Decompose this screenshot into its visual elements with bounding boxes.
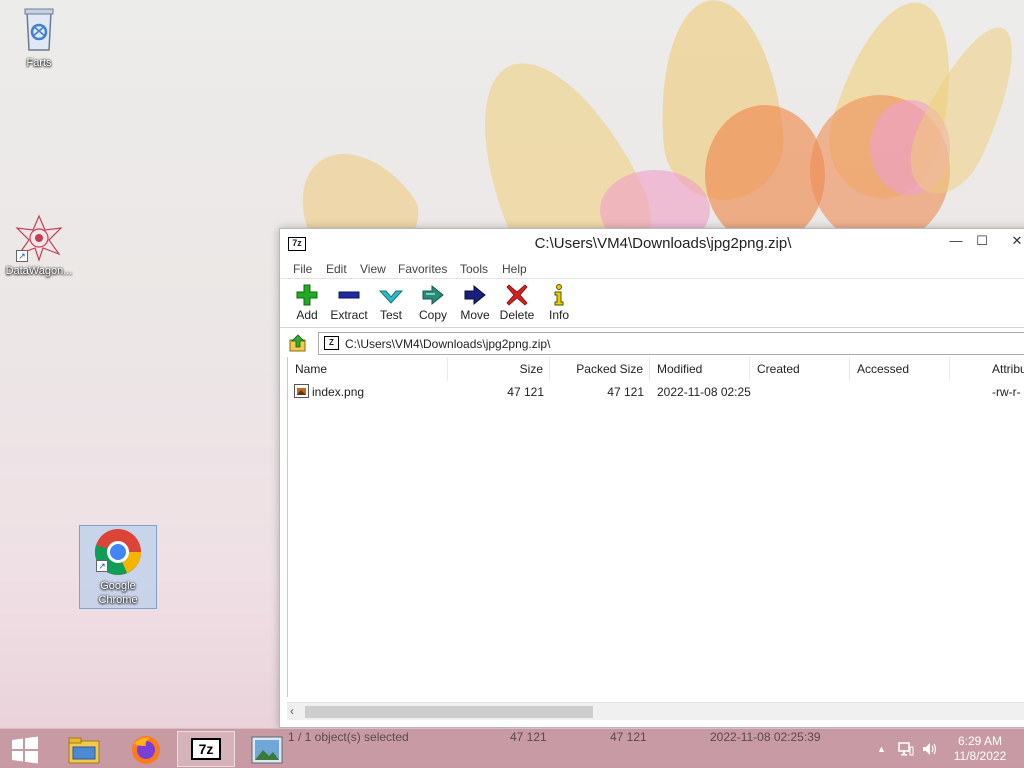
menu-view[interactable]: View xyxy=(360,262,386,276)
taskbar-7zip[interactable]: 7z xyxy=(177,731,235,767)
scroll-left-icon[interactable]: ‹ xyxy=(290,704,294,718)
cell-size: 47 121 xyxy=(507,385,544,399)
taskbar-firefox[interactable] xyxy=(117,731,175,767)
column-header-accessed[interactable]: Accessed xyxy=(850,357,950,381)
recycle-bin-icon xyxy=(24,8,54,51)
add-button[interactable]: Add xyxy=(283,283,331,322)
taskbar: 7z 1 / 1 object(s) selected 47 121 47 12… xyxy=(0,728,1024,768)
toolbar: Add Extract Test Copy Move Delete Info xyxy=(280,280,1024,328)
system-clock[interactable]: 6:29 AM 11/8/2022 xyxy=(945,734,1015,764)
copy-label: Copy xyxy=(418,308,447,322)
menu-bar: File Edit View Favorites Tools Help xyxy=(280,259,1024,279)
delete-label: Delete xyxy=(499,308,535,322)
minus-icon xyxy=(338,291,360,299)
extract-label: Extract xyxy=(330,308,368,322)
column-header-modified[interactable]: Modified xyxy=(650,357,750,381)
horizontal-scrollbar[interactable]: ‹ xyxy=(287,702,1024,720)
up-folder-icon[interactable] xyxy=(289,334,307,352)
archive-icon: Z xyxy=(324,336,339,350)
clock-time: 6:29 AM xyxy=(957,734,1003,748)
path-input[interactable]: Z C:\Users\VM4\Downloads\jpg2png.zip\ xyxy=(318,332,1024,355)
menu-tools[interactable]: Tools xyxy=(460,262,488,276)
test-label: Test xyxy=(379,308,402,322)
window-titlebar[interactable]: 7z C:\Users\VM4\Downloads\jpg2png.zip\ —… xyxy=(280,229,1024,259)
delete-button[interactable]: Delete xyxy=(493,283,541,322)
show-hidden-icons-icon[interactable]: ▲ xyxy=(877,744,886,754)
plus-icon xyxy=(296,284,318,306)
desktop-icon-google-chrome[interactable]: ↗ Google Chrome xyxy=(79,525,157,609)
status-packed: 47 121 xyxy=(610,730,647,744)
path-text: C:\Users\VM4\Downloads\jpg2png.zip\ xyxy=(345,337,551,351)
table-row[interactable]: index.png 47 121 47 121 2022-11-08 02:25… xyxy=(288,382,1024,402)
png-file-icon xyxy=(294,384,309,398)
maximize-button[interactable]: ☐ xyxy=(969,231,995,253)
column-header-size[interactable]: Size xyxy=(448,357,550,381)
desktop-icon-datawagon[interactable]: ↗ DataWagon... xyxy=(0,214,78,278)
copy-button[interactable]: Copy xyxy=(409,283,457,322)
status-selection: 1 / 1 object(s) selected xyxy=(288,730,409,744)
cell-attributes: -rw-r- xyxy=(992,385,1021,399)
minimize-button[interactable]: — xyxy=(943,231,969,253)
move-button[interactable]: Move xyxy=(451,283,499,322)
info-label: Info xyxy=(548,308,569,322)
taskbar-file-explorer[interactable] xyxy=(55,731,113,767)
status-modified: 2022-11-08 02:25:39 xyxy=(710,730,821,744)
menu-edit[interactable]: Edit xyxy=(326,262,347,276)
cell-name: index.png xyxy=(312,385,365,399)
move-label: Move xyxy=(460,308,490,322)
desktop-icon-label: DataWagon... xyxy=(5,265,73,277)
status-size: 47 121 xyxy=(510,730,547,744)
scrollbar-thumb[interactable] xyxy=(305,706,593,718)
column-header-name[interactable]: Name xyxy=(288,357,448,381)
desktop-icon-recycle-bin[interactable]: Farts xyxy=(0,6,78,70)
7zip-icon: 7z xyxy=(191,738,221,760)
close-button[interactable]: ✕ xyxy=(1004,231,1024,253)
start-button[interactable] xyxy=(0,731,50,767)
photo-viewer-icon xyxy=(251,736,283,764)
x-icon xyxy=(506,284,528,306)
double-arrow-right-icon xyxy=(422,284,444,306)
firefox-icon xyxy=(132,736,160,764)
menu-favorites[interactable]: Favorites xyxy=(398,262,447,276)
windows-logo-icon xyxy=(12,736,38,764)
menu-help[interactable]: Help xyxy=(502,262,527,276)
column-header-attributes[interactable]: Attribu xyxy=(985,357,1024,381)
shortcut-arrow-icon: ↗ xyxy=(96,560,108,572)
column-header-packed-size[interactable]: Packed Size xyxy=(550,357,650,381)
menu-file[interactable]: File xyxy=(293,262,312,276)
column-header-created[interactable]: Created xyxy=(750,357,850,381)
check-arrow-icon xyxy=(379,290,403,304)
window-title: C:\Users\VM4\Downloads\jpg2png.zip\ xyxy=(534,235,792,252)
test-button[interactable]: Test xyxy=(367,283,415,322)
network-icon[interactable] xyxy=(898,741,914,757)
address-bar: Z C:\Users\VM4\Downloads\jpg2png.zip\ xyxy=(280,330,1024,356)
info-icon xyxy=(554,284,564,306)
desktop-icon-label: Farts xyxy=(26,57,52,69)
shortcut-arrow-icon: ↗ xyxy=(16,250,28,262)
extract-button[interactable]: Extract xyxy=(325,283,373,322)
clock-date: 11/8/2022 xyxy=(953,749,1007,763)
info-button[interactable]: Info xyxy=(535,283,583,322)
arrow-right-icon xyxy=(464,284,486,306)
cell-modified: 2022-11-08 02:25 xyxy=(657,385,751,399)
add-label: Add xyxy=(296,308,318,322)
file-list: Name Size Packed Size Modified Created A… xyxy=(287,357,1024,697)
7zip-window: 7z C:\Users\VM4\Downloads\jpg2png.zip\ —… xyxy=(279,228,1024,728)
cell-packed-size: 47 121 xyxy=(607,385,644,399)
volume-icon[interactable] xyxy=(921,741,937,757)
desktop-icon-label: Google Chrome xyxy=(98,580,138,606)
folder-icon xyxy=(68,737,100,764)
